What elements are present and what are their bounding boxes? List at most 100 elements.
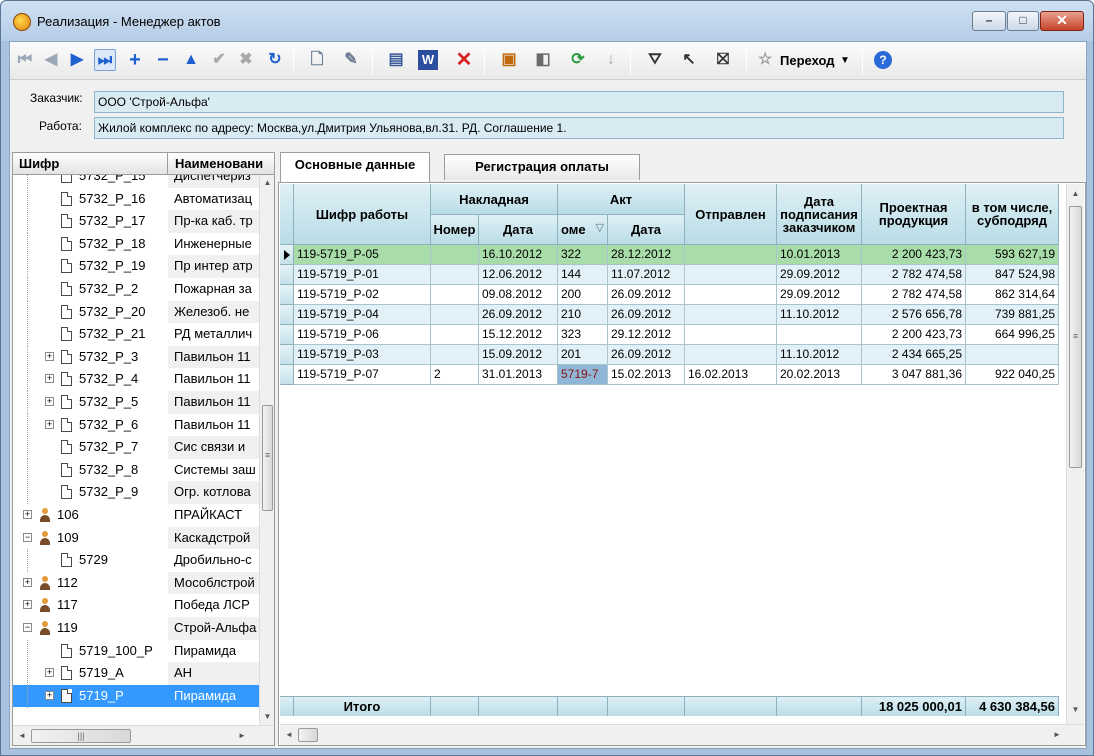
cell-act-num[interactable]: 322	[558, 245, 608, 265]
expand-icon[interactable]: +	[45, 351, 54, 361]
scroll-right-icon[interactable]: ►	[235, 728, 249, 744]
cell-inv-date[interactable]: 16.10.2012	[479, 245, 558, 265]
cell-code[interactable]: 119-5719_Р-05	[294, 245, 431, 265]
pointer-icon[interactable]: ↖	[678, 49, 700, 71]
help-icon[interactable]: ?	[874, 51, 892, 69]
tree-row[interactable]: +5732_Р_4 Павильон 11	[13, 368, 259, 392]
tree-row[interactable]: +117 Победа ЛСР	[13, 594, 259, 617]
grid-header-code[interactable]: Шифр работы	[294, 184, 431, 245]
cell-sent[interactable]	[685, 305, 777, 325]
cell-act-date[interactable]: 26.09.2012	[608, 285, 685, 305]
tree-row-code-cell[interactable]: +5732_Р_6	[13, 413, 168, 437]
cell-inv-num[interactable]	[431, 345, 479, 365]
tree-row-code-cell[interactable]: 5719_100_Р	[13, 639, 168, 663]
new-document-icon[interactable]: 🗋	[306, 49, 328, 71]
expand-icon[interactable]: +	[45, 668, 54, 678]
grid-header-invoice-number[interactable]: Номер	[431, 215, 479, 245]
expand-icon[interactable]: +	[45, 419, 54, 429]
reload-icon[interactable]: ⟳	[567, 49, 589, 71]
tree-row-code-cell[interactable]: 5732_Р_17	[13, 210, 168, 234]
tree-row-code-cell[interactable]: 5732_Р_7	[13, 436, 168, 460]
grid-header-act-number[interactable]: оме ▽	[558, 215, 608, 245]
tree-row[interactable]: +106 ПРАЙКАСТ	[13, 504, 259, 527]
cell-code[interactable]: 119-5719_Р-04	[294, 305, 431, 325]
cell-sent[interactable]	[685, 245, 777, 265]
cell-inv-num[interactable]	[431, 265, 479, 285]
cell-signed[interactable]	[777, 325, 862, 345]
add-icon[interactable]: +	[124, 49, 146, 71]
tree-row[interactable]: 5732_Р_8 Системы заш	[13, 458, 259, 482]
grid-header-signed[interactable]: Дата подписания заказчиком	[777, 184, 862, 245]
customer-field[interactable]: ООО 'Строй-Альфа'	[94, 91, 1064, 113]
tree-row[interactable]: +5732_Р_5 Павильон 11	[13, 391, 259, 414]
cell-inv-date[interactable]: 26.09.2012	[479, 305, 558, 325]
cell-sub[interactable]: 862 314,64	[966, 285, 1059, 305]
tree-row[interactable]: − 119 Строй-Альфа	[13, 617, 259, 640]
cell-act-date[interactable]: 15.02.2013	[608, 365, 685, 385]
tree-row[interactable]: 5732_Р_21 РД металлич	[13, 323, 259, 347]
cell-inv-date[interactable]: 15.12.2012	[479, 325, 558, 345]
tree-row-code-cell[interactable]: 5732_Р_9	[13, 481, 168, 505]
goto-button[interactable]: ☆ Переход ▼	[756, 49, 856, 73]
table-row[interactable]: 119-5719_Р-03 15.09.2012 201 26.09.2012 11.1…	[280, 345, 1059, 365]
tree-col-name-header[interactable]: Наименовани	[169, 153, 274, 174]
last-record-icon[interactable]: ⏭	[94, 49, 116, 71]
cell-inv-num[interactable]	[431, 285, 479, 305]
tree-row[interactable]: +5719_А АН	[13, 662, 259, 686]
expand-icon[interactable]: +	[45, 690, 54, 700]
tree-row-code-cell[interactable]: +5719_Р	[13, 684, 168, 708]
grid-scroll-thumb[interactable]: ≡	[1069, 206, 1082, 468]
tree-row-code-cell[interactable]: − 109	[13, 527, 168, 550]
cell-project[interactable]: 3 047 881,36	[862, 365, 966, 385]
cell-signed[interactable]: 29.09.2012	[777, 285, 862, 305]
table-row[interactable]: 119-5719_Р-04 26.09.2012 210 26.09.2012 11.1…	[280, 305, 1059, 325]
collapse-icon[interactable]: −	[23, 623, 32, 632]
grid-header-project[interactable]: Проектная продукция	[862, 184, 966, 245]
collapse-icon[interactable]: −	[23, 532, 32, 542]
tree-row[interactable]: 5719_100_Р Пирамида	[13, 639, 259, 663]
tree-row-code-cell[interactable]: +5719_А	[13, 662, 168, 686]
close-button[interactable]: ✕	[1040, 11, 1084, 31]
tree-row-code-cell[interactable]: +5732_Р_5	[13, 391, 168, 414]
tree-row[interactable]: 5732_Р_20 Железоб. не	[13, 300, 259, 324]
up-icon[interactable]: ▲	[180, 49, 202, 71]
cell-act-num[interactable]: 5719-7	[558, 365, 608, 385]
cell-code[interactable]: 119-5719_Р-03	[294, 345, 431, 365]
work-field[interactable]: Жилой комплекс по адресу: Москва,ул.Дмит…	[94, 117, 1064, 139]
tree-row[interactable]: 5732_Р_19 Пр интер атр	[13, 255, 259, 279]
tree-row-code-cell[interactable]: +112	[13, 572, 168, 595]
grid-header-sent[interactable]: Отправлен	[685, 184, 777, 245]
first-record-icon[interactable]: ⏮	[14, 49, 36, 71]
edit-document-icon[interactable]: ✎	[340, 49, 362, 71]
cell-act-num[interactable]: 323	[558, 325, 608, 345]
cell-inv-date[interactable]: 31.01.2013	[479, 365, 558, 385]
grid-scroll-right-icon[interactable]: ►	[1050, 727, 1064, 743]
cell-project[interactable]: 2 200 423,73	[862, 325, 966, 345]
cell-sent[interactable]	[685, 285, 777, 305]
grid-scroll-up-icon[interactable]: ▲	[1067, 186, 1084, 202]
tree-row-code-cell[interactable]: +117	[13, 594, 168, 617]
cell-signed[interactable]: 29.09.2012	[777, 265, 862, 285]
cell-act-date[interactable]: 11.07.2012	[608, 265, 685, 285]
cell-project[interactable]: 2 200 423,73	[862, 245, 966, 265]
current-row-indicator-icon[interactable]	[280, 245, 294, 265]
minimize-button[interactable]: –	[972, 11, 1006, 31]
table-row[interactable]: 119-5719_Р-05 16.10.2012 322 28.12.2012 10.0…	[280, 245, 1059, 265]
cell-sent[interactable]: 16.02.2013	[685, 365, 777, 385]
cell-signed[interactable]: 11.10.2012	[777, 345, 862, 365]
word-export-icon[interactable]: W	[418, 50, 438, 70]
row-indicator[interactable]	[280, 345, 294, 365]
expand-icon[interactable]: +	[23, 510, 32, 519]
table-row[interactable]: 119-5719_Р-01 12.06.2012 144 11.07.2012 29.0…	[280, 265, 1059, 285]
clear-filter-icon[interactable]: ⛝	[712, 49, 734, 71]
cancel-icon[interactable]: ✖	[235, 49, 257, 71]
tree-row[interactable]: 5732_Р_17 Пр-ка каб. тр	[13, 210, 259, 234]
cell-act-num[interactable]: 144	[558, 265, 608, 285]
cell-sent[interactable]	[685, 265, 777, 285]
cell-inv-num[interactable]	[431, 245, 479, 265]
expand-icon[interactable]: +	[45, 374, 54, 384]
tree-row-code-cell[interactable]: +106	[13, 504, 168, 527]
cell-act-date[interactable]: 26.09.2012	[608, 345, 685, 365]
tree-row-code-cell[interactable]: 5732_Р_2	[13, 278, 168, 301]
scroll-left-icon[interactable]: ◄	[15, 728, 29, 744]
